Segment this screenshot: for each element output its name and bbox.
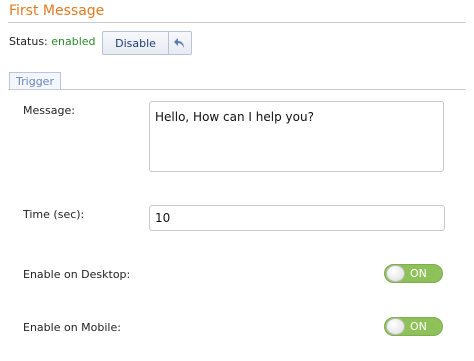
toggle-knob — [386, 318, 405, 335]
mobile-toggle[interactable]: ON — [384, 317, 443, 336]
status-value: enabled — [51, 35, 96, 48]
disable-button[interactable]: Disable — [103, 32, 169, 54]
tab-trigger[interactable]: Trigger — [9, 72, 61, 89]
status-line: Status: enabled — [9, 35, 96, 48]
desktop-toggle[interactable]: ON — [384, 264, 443, 283]
section-divider — [8, 89, 466, 90]
undo-button[interactable] — [169, 32, 191, 54]
status-label: Status: — [9, 35, 48, 48]
mobile-label: Enable on Mobile: — [23, 321, 121, 334]
time-label: Time (sec): — [23, 208, 85, 221]
toggle-state-text: ON — [410, 320, 427, 333]
header-divider — [8, 22, 466, 23]
time-input[interactable]: 10 — [149, 205, 445, 231]
page-title: First Message — [9, 3, 105, 19]
undo-arrow-icon — [174, 38, 184, 48]
toggle-state-text: ON — [410, 267, 427, 280]
toggle-knob — [386, 265, 405, 282]
status-actions: Disable — [102, 31, 192, 55]
desktop-label: Enable on Desktop: — [23, 268, 131, 281]
message-textarea[interactable]: Hello, How can I help you? — [149, 101, 444, 172]
message-label: Message: — [23, 104, 75, 117]
